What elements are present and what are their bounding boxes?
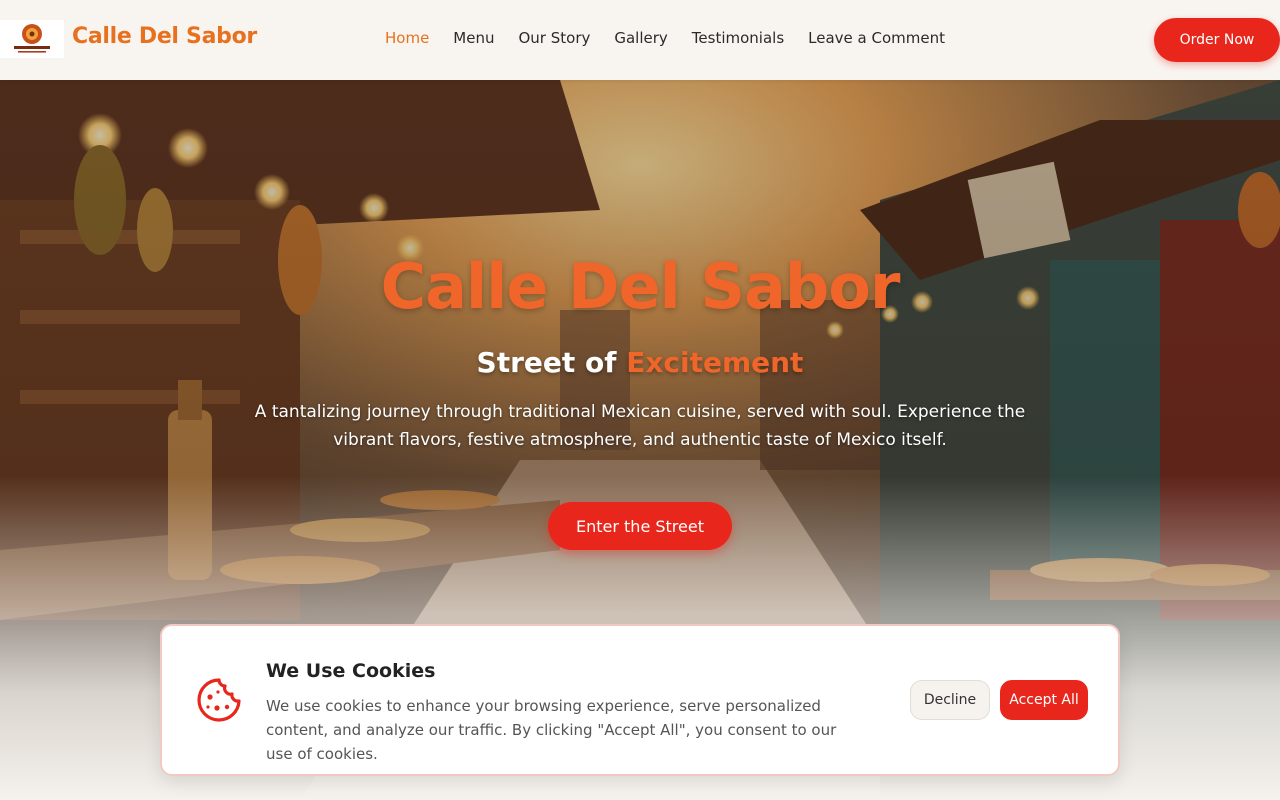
hero-description: A tantalizing journey through traditiona…	[254, 402, 1026, 450]
hero-subtitle: Street of Excitement	[0, 346, 1280, 379]
hero-subtitle-plain: Street of	[476, 346, 627, 379]
nav-link-home[interactable]: Home	[385, 29, 429, 47]
accept-all-button[interactable]: Accept All	[1000, 680, 1088, 720]
logo[interactable]	[0, 20, 64, 58]
nav-link-our-story[interactable]: Our Story	[518, 29, 590, 47]
brand-name[interactable]: Calle Del Sabor	[72, 24, 257, 49]
decline-button[interactable]: Decline	[910, 680, 990, 720]
hero-title: Calle Del Sabor	[380, 250, 901, 323]
logo-emblem-icon	[14, 24, 50, 53]
nav-link-gallery[interactable]: Gallery	[614, 29, 667, 47]
navbar: Calle Del Sabor Home Menu Our Story Gall…	[0, 0, 1280, 80]
order-now-button[interactable]: Order Now	[1154, 18, 1280, 62]
nav-link-leave-comment[interactable]: Leave a Comment	[808, 29, 945, 47]
hero-subtitle-accent: Excitement	[626, 346, 804, 379]
cookie-icon	[197, 678, 241, 722]
cookie-title: We Use Cookies	[266, 660, 436, 682]
main-nav: Home Menu Our Story Gallery Testimonials…	[385, 29, 969, 47]
nav-link-testimonials[interactable]: Testimonials	[692, 29, 784, 47]
enter-the-street-button[interactable]: Enter the Street	[548, 502, 732, 550]
nav-link-menu[interactable]: Menu	[453, 29, 494, 47]
cookie-banner: We Use Cookies We use cookies to enhance…	[160, 624, 1120, 776]
cookie-text: We use cookies to enhance your browsing …	[266, 697, 837, 763]
